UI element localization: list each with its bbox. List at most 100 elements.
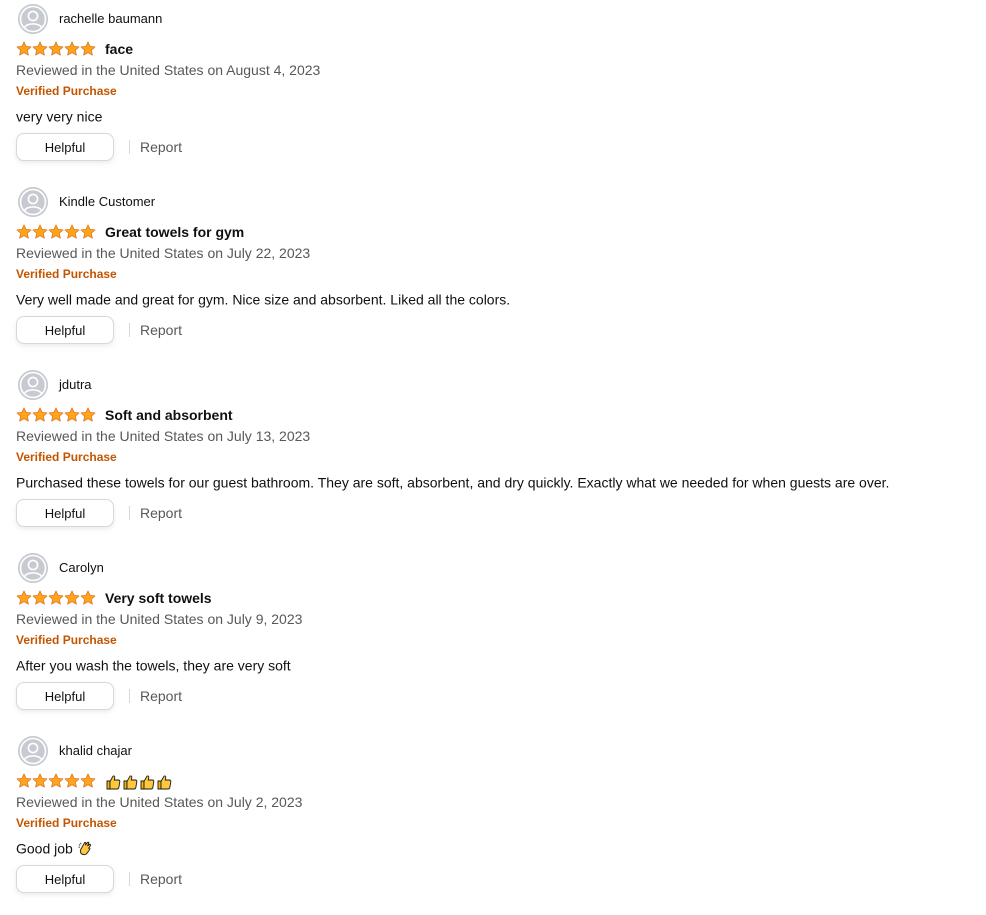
review-date: Reviewed in the United States on July 13… xyxy=(16,428,311,444)
helpful-button[interactable]: Helpful xyxy=(16,865,114,893)
helpful-button[interactable]: Helpful xyxy=(16,316,114,344)
star-icon xyxy=(32,590,48,605)
star-icon xyxy=(64,224,80,239)
verified-purchase-badge: Verified Purchase xyxy=(16,450,117,464)
report-link[interactable]: Report xyxy=(140,870,182,888)
review-title-row: Very soft towels xyxy=(16,587,212,609)
star-icon xyxy=(64,41,80,56)
star-icon xyxy=(16,224,32,239)
reviewer-profile[interactable]: rachelle baumann xyxy=(18,4,162,34)
helpful-button[interactable]: Helpful xyxy=(16,682,114,710)
review-title[interactable]: Very soft towels xyxy=(105,588,212,608)
star-rating[interactable] xyxy=(16,407,96,423)
report-link[interactable]: Report xyxy=(140,321,182,339)
star-icon xyxy=(32,41,48,56)
review-title-row: face xyxy=(16,38,133,60)
star-icon xyxy=(16,41,32,56)
thumbs-up-emoji-group xyxy=(105,774,172,790)
thumbs-up-icon xyxy=(123,775,138,790)
review-body: Good job xyxy=(16,837,93,858)
review-actions: Helpful Report xyxy=(16,864,182,894)
avatar-icon xyxy=(18,187,48,217)
review-date: Reviewed in the United States on July 2,… xyxy=(16,794,303,810)
review-actions: Helpful Report xyxy=(16,681,182,711)
review-body: Purchased these towels for our guest bat… xyxy=(16,471,889,492)
review-date: Reviewed in the United States on August … xyxy=(16,62,321,78)
reviews-list: rachelle baumann face Reviewed in the Un… xyxy=(0,0,986,895)
divider xyxy=(129,140,130,154)
review-title-row xyxy=(16,770,172,792)
divider xyxy=(129,323,130,337)
star-rating[interactable] xyxy=(16,41,96,57)
review-card: jdutra Soft and absorbent Reviewed in th… xyxy=(16,366,966,549)
star-icon xyxy=(80,224,96,239)
verified-purchase-badge: Verified Purchase xyxy=(16,267,117,281)
reviewer-name: khalid chajar xyxy=(59,743,132,758)
star-icon xyxy=(64,773,80,788)
review-title-row: Soft and absorbent xyxy=(16,404,233,426)
thumbs-up-icon xyxy=(140,775,155,790)
reviewer-profile[interactable]: khalid chajar xyxy=(18,736,132,766)
divider xyxy=(129,689,130,703)
star-icon xyxy=(16,407,32,422)
review-card: Carolyn Very soft towels Reviewed in the… xyxy=(16,549,966,732)
review-actions: Helpful Report xyxy=(16,498,182,528)
star-icon xyxy=(32,407,48,422)
review-title-row: Great towels for gym xyxy=(16,221,244,243)
thumbs-up-icon xyxy=(157,775,172,790)
review-body: very very nice xyxy=(16,105,102,126)
review-title[interactable]: face xyxy=(105,39,133,59)
avatar-icon xyxy=(18,4,48,34)
review-title[interactable]: Soft and absorbent xyxy=(105,405,233,425)
review-title[interactable] xyxy=(105,771,172,791)
review-card: rachelle baumann face Reviewed in the Un… xyxy=(16,0,966,183)
reviewer-profile[interactable]: Kindle Customer xyxy=(18,187,155,217)
review-actions: Helpful Report xyxy=(16,315,182,345)
reviewer-name: Carolyn xyxy=(59,560,104,575)
star-icon xyxy=(64,590,80,605)
avatar-icon xyxy=(18,736,48,766)
helpful-button[interactable]: Helpful xyxy=(16,499,114,527)
helpful-button[interactable]: Helpful xyxy=(16,133,114,161)
review-date: Reviewed in the United States on July 9,… xyxy=(16,611,303,627)
review-title[interactable]: Great towels for gym xyxy=(105,222,244,242)
star-icon xyxy=(80,773,96,788)
reviewer-profile[interactable]: jdutra xyxy=(18,370,92,400)
avatar-icon xyxy=(18,370,48,400)
report-link[interactable]: Report xyxy=(140,504,182,522)
review-body-text: After you wash the towels, they are very… xyxy=(16,657,291,674)
reviewer-name: rachelle baumann xyxy=(59,11,163,26)
star-icon xyxy=(48,41,64,56)
divider xyxy=(129,872,130,886)
star-icon xyxy=(64,407,80,422)
report-link[interactable]: Report xyxy=(140,687,182,705)
verified-purchase-badge: Verified Purchase xyxy=(16,633,117,647)
star-icon xyxy=(80,590,96,605)
review-body-text: Purchased these towels for our guest bat… xyxy=(16,474,890,491)
review-body-text: Very well made and great for gym. Nice s… xyxy=(16,291,511,308)
reviewer-name: jdutra xyxy=(59,377,92,392)
report-link[interactable]: Report xyxy=(140,138,182,156)
divider xyxy=(129,506,130,520)
reviewer-name: Kindle Customer xyxy=(59,194,156,209)
clapping-hands-icon xyxy=(77,840,93,856)
avatar-icon xyxy=(18,553,48,583)
star-icon xyxy=(80,407,96,422)
review-card: Kindle Customer Great towels for gym Rev… xyxy=(16,183,966,366)
star-rating[interactable] xyxy=(16,224,96,240)
star-icon xyxy=(32,224,48,239)
star-rating[interactable] xyxy=(16,590,96,606)
review-body: Very well made and great for gym. Nice s… xyxy=(16,288,510,309)
reviewer-profile[interactable]: Carolyn xyxy=(18,553,104,583)
review-date: Reviewed in the United States on July 22… xyxy=(16,245,311,261)
star-rating[interactable] xyxy=(16,773,96,789)
review-card: khalid chajar Reviewed in the United Sta… xyxy=(16,732,966,915)
review-body: After you wash the towels, they are very… xyxy=(16,654,291,675)
review-body-text: very very nice xyxy=(16,108,103,125)
review-actions: Helpful Report xyxy=(16,132,182,162)
review-body-text: Good job xyxy=(16,840,73,857)
star-icon xyxy=(80,41,96,56)
star-icon xyxy=(48,773,64,788)
verified-purchase-badge: Verified Purchase xyxy=(16,816,117,830)
star-icon xyxy=(48,590,64,605)
